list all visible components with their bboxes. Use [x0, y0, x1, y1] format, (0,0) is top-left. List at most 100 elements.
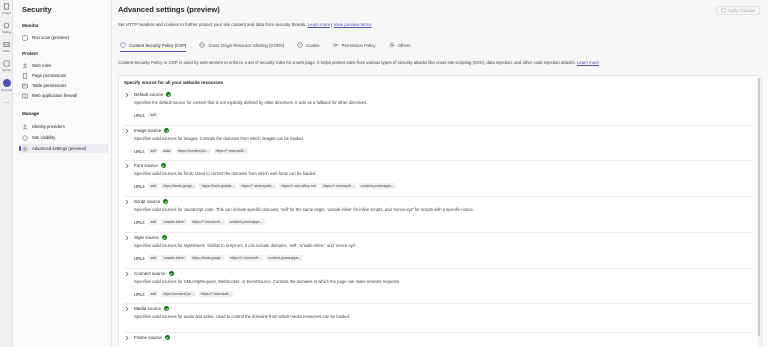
chevron-right-icon[interactable]: [124, 128, 130, 134]
rail-item-setup[interactable]: Set up: [0, 60, 13, 72]
sidebar-item-label: Web application firewall: [32, 93, 78, 98]
url-chip[interactable]: self: [148, 148, 159, 154]
page-description: Set HTTP headers and cookies to further …: [118, 22, 372, 27]
firewall-icon: [22, 93, 28, 99]
url-chip[interactable]: https://*.microsoft...: [198, 291, 234, 297]
tab-permission-policy[interactable]: Permission Policy: [331, 38, 378, 52]
csp-learn-more-link[interactable]: Learn more: [577, 60, 599, 65]
source-header[interactable]: Image source: [124, 126, 170, 135]
url-chip[interactable]: https://*.cdn.office.net: [279, 183, 318, 189]
advanced-settings-icon: [22, 146, 28, 152]
key-icon: [333, 42, 339, 48]
url-chip[interactable]: https://*.microsoft...: [189, 219, 225, 225]
check-icon: [160, 163, 166, 168]
source-header[interactable]: Script source: [124, 197, 169, 206]
source-description: Specifies valid sources for audio and vi…: [134, 314, 351, 319]
url-chip[interactable]: content.powerapps...: [265, 255, 304, 261]
source-description: Specifies valid sources for stylesheets.…: [134, 243, 357, 248]
pages-icon: [4, 3, 9, 10]
source-header[interactable]: Frame source: [124, 333, 170, 342]
sidebar-item-advanced-settings[interactable]: Advanced settings (preview): [19, 144, 109, 153]
url-chip[interactable]: data:: [161, 148, 174, 154]
source-header[interactable]: Style source: [124, 233, 167, 242]
url-chip[interactable]: 'unsafe-inline': [161, 255, 187, 261]
view-preview-terms-link[interactable]: View preview terms: [334, 22, 372, 27]
source-section: Media source Specifies valid sources for …: [124, 303, 752, 332]
page-title: Advanced settings (preview): [118, 5, 220, 14]
url-chip[interactable]: https://fonts.googl...: [189, 255, 226, 261]
apply-changes-button[interactable]: Apply changes: [716, 6, 760, 15]
chevron-right-icon[interactable]: [124, 235, 130, 241]
sidebar-section-protect: Protect: [22, 51, 38, 56]
apply-changes-label: Apply changes: [727, 8, 756, 13]
check-icon: [166, 92, 172, 97]
sidebar-item-web-roles[interactable]: Web roles: [19, 61, 109, 70]
sidebar-section-monitor: Monitor: [22, 23, 39, 28]
sidebar-item-page-permissions[interactable]: Page permissions: [19, 71, 109, 80]
sidebar-item-run-scan[interactable]: Run scan (preview): [19, 33, 109, 42]
scrollbar-thumb[interactable]: [758, 78, 760, 336]
sidebar-item-site-visibility[interactable]: Site visibility: [19, 133, 109, 142]
more-icon[interactable]: ...: [0, 99, 13, 105]
url-chip[interactable]: self: [148, 291, 159, 297]
tab-cookie[interactable]: Cookie: [295, 38, 321, 52]
url-chip[interactable]: https://*.sharepoint...: [239, 183, 277, 189]
cookie-icon: [297, 42, 303, 48]
url-chip[interactable]: content.powerapps...: [358, 183, 397, 189]
page-permissions-icon: [22, 72, 28, 79]
sidebar-item-identity-providers[interactable]: Identity providers: [19, 122, 109, 131]
url-chip[interactable]: content.powerapps...: [227, 219, 265, 225]
tab-cors[interactable]: Cross Origin Resource Sharing (CORS): [197, 38, 286, 52]
source-urls: URLs self https://fonts.googl... https://fo…: [134, 183, 397, 189]
scrollbar[interactable]: [757, 76, 761, 347]
url-chip[interactable]: self: [148, 255, 159, 261]
source-section: Script source Specifies valid sources for…: [124, 196, 752, 232]
rail-label: Security: [1, 88, 12, 92]
source-name: Default source: [134, 92, 164, 97]
chevron-right-icon[interactable]: [124, 163, 130, 169]
sidebar-item-firewall[interactable]: Web application firewall: [19, 91, 109, 100]
source-section: Image source Specifies valid sources for …: [124, 125, 752, 160]
url-chip[interactable]: 'unsafe-inline': [161, 219, 187, 225]
tab-label: Cross Origin Resource Sharing (CORS): [208, 42, 285, 48]
chevron-right-icon[interactable]: [124, 306, 130, 312]
url-chip[interactable]: https://fonts.googl...: [161, 183, 197, 189]
url-chip[interactable]: https://content.po...: [176, 148, 211, 154]
security-sidebar: Security Monitor Run scan (preview) Prot…: [13, 0, 112, 347]
source-description: Specifies valid sources for images. Cont…: [134, 136, 304, 141]
source-name: Script source: [134, 199, 161, 204]
sidebar-item-table-permissions[interactable]: Table permissions: [19, 81, 109, 90]
web-roles-icon: [22, 63, 28, 69]
chevron-right-icon[interactable]: [124, 335, 130, 341]
url-chip[interactable]: self: [148, 183, 159, 189]
url-chip[interactable]: https://*.microsoft...: [320, 183, 356, 189]
source-name: Frame source: [134, 335, 162, 340]
url-chip[interactable]: self: [148, 112, 159, 118]
source-name: Media source: [134, 306, 162, 311]
source-header[interactable]: Default source: [124, 90, 172, 99]
tab-csp[interactable]: Content Security Policy (CSP): [118, 38, 188, 52]
rail-item-data[interactable]: Data: [0, 41, 13, 53]
csp-description-text: Content Security Policy or CSP, is used …: [118, 60, 576, 65]
source-header[interactable]: Media source: [124, 304, 170, 313]
rail-item-styling[interactable]: Styling: [0, 22, 13, 34]
source-header[interactable]: Connect source: [124, 269, 174, 278]
url-chip[interactable]: self: [148, 219, 159, 225]
rail-item-security[interactable]: Security: [0, 79, 13, 92]
chevron-right-icon[interactable]: [124, 271, 130, 277]
tab-others[interactable]: Others: [387, 38, 413, 52]
chevron-right-icon[interactable]: [124, 92, 130, 98]
rail-item-pages[interactable]: Pages: [0, 3, 13, 15]
url-chip[interactable]: https://fonts.gstatic...: [199, 183, 237, 189]
url-chip[interactable]: https://*.microsoft...: [213, 148, 249, 154]
source-section: Font source Specifies valid sources for f…: [124, 160, 752, 196]
url-chip[interactable]: https://content.po...: [161, 291, 196, 297]
source-header[interactable]: Font source: [124, 161, 166, 170]
source-urls: URLs self'unsafe-inline' https://*.microso…: [134, 219, 265, 225]
page-description-text: Set HTTP headers and cookies to further …: [118, 22, 307, 27]
learn-more-link[interactable]: Learn more: [308, 22, 330, 27]
urls-label: URLs: [134, 112, 145, 118]
chevron-right-icon[interactable]: [124, 199, 130, 205]
source-name: Font source: [134, 163, 158, 168]
url-chip[interactable]: https://*.microsoft...: [228, 255, 263, 261]
